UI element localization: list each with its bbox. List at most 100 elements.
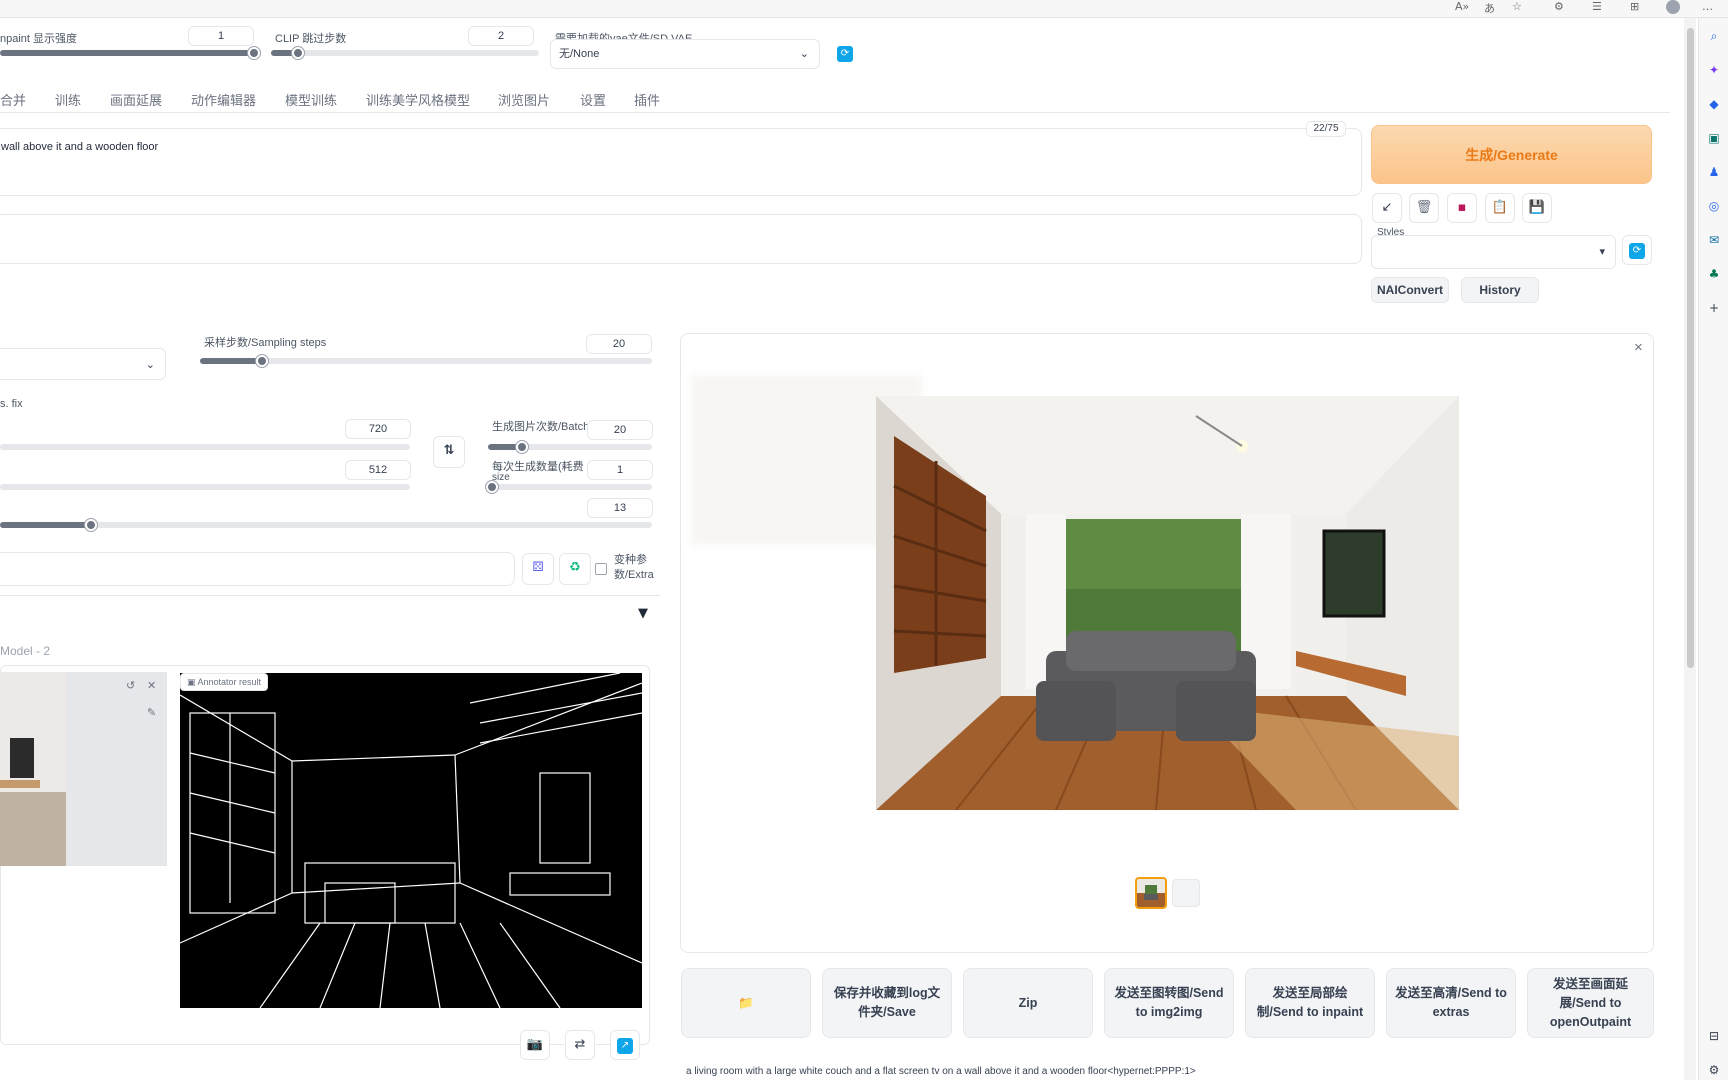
send-to-outpaint-button[interactable]: 发送至画面延展/Send to openOutpaint [1527, 968, 1654, 1038]
generate-button[interactable]: 生成/Generate [1371, 125, 1652, 184]
tab-merge[interactable]: 合并 [0, 90, 26, 109]
brush-icon[interactable]: ✎ [147, 706, 156, 719]
collections-icon[interactable]: ⊞ [1630, 0, 1639, 13]
arrow-diagonal-icon[interactable]: ↙ [1372, 193, 1402, 223]
batch-size-input[interactable]: 1 [587, 460, 653, 480]
annotator-result-image[interactable] [180, 673, 642, 1008]
sampler-dropdown[interactable]: ⌄ [0, 348, 166, 380]
styles-refresh-button[interactable]: ⟳ [1622, 235, 1652, 265]
seed-input[interactable] [0, 552, 515, 586]
save-icon[interactable]: 💾 [1522, 193, 1552, 223]
controlnet-divider [0, 595, 660, 596]
tab-outpaint[interactable]: 画面延展 [110, 90, 162, 109]
save-button[interactable]: 保存并收藏到log文件夹/Save [822, 968, 952, 1038]
camera-icon[interactable]: 📷 [520, 1030, 550, 1060]
profile-avatar[interactable] [1666, 0, 1680, 14]
sidebar-toggle-icon[interactable]: ⊟ [1706, 1028, 1722, 1044]
thumbnail-1[interactable] [1135, 877, 1167, 909]
clipboard-icon[interactable]: 📋 [1485, 193, 1515, 223]
close-icon[interactable]: ✕ [147, 679, 156, 692]
width-input[interactable]: 720 [345, 419, 411, 439]
height-input[interactable]: 512 [345, 460, 411, 480]
recycle-icon[interactable]: ♻ [559, 553, 591, 585]
vae-dropdown[interactable]: 无/None ⌄ [550, 39, 820, 69]
translate-icon[interactable]: あ [1484, 0, 1495, 16]
hires-fix-label: s. fix [0, 398, 23, 410]
tab-pose-editor[interactable]: 动作编辑器 [191, 90, 256, 109]
batch-count-thumb[interactable] [516, 441, 528, 453]
copilot-icon[interactable]: ✦ [1706, 62, 1722, 78]
cfg-scale-input[interactable]: 13 [587, 498, 653, 518]
cfg-scale-thumb[interactable] [85, 519, 97, 531]
vae-refresh-icon[interactable]: ⟳ [837, 46, 853, 62]
inpaint-strength-thumb[interactable] [248, 47, 260, 59]
batch-count-slider[interactable] [488, 444, 652, 450]
tab-aesthetic-train[interactable]: 训练美学风格模型 [366, 90, 470, 109]
book-icon[interactable]: ▪ [1447, 193, 1477, 223]
more-icon[interactable]: … [1702, 0, 1713, 13]
send-to-inpaint-button[interactable]: 发送至局部绘制/Send to inpaint [1245, 968, 1375, 1038]
tab-image-browser[interactable]: 浏览图片 [498, 90, 550, 109]
batch-count-label: 生成图片次数/Batch [492, 421, 590, 433]
prompt-textarea[interactable]: wall above it and a wooden floor [0, 128, 1362, 196]
inpaint-strength-slider[interactable] [0, 50, 256, 56]
office-icon[interactable]: ◎ [1706, 198, 1722, 214]
browser-sidebar: ⌕ ✦ ◆ ▣ ♟ ◎ ✉ ♣ + ⊟ ⚙ [1698, 18, 1728, 1080]
edit-icon: ↗ [617, 1038, 633, 1054]
cfg-scale-slider[interactable] [0, 522, 652, 528]
clip-skip-input[interactable]: 2 [468, 26, 534, 46]
thumbnail-1-svg [1137, 879, 1165, 907]
outlook-icon[interactable]: ✉ [1706, 232, 1722, 248]
scrollbar-thumb[interactable] [1687, 28, 1694, 668]
add-icon[interactable]: + [1706, 300, 1722, 316]
games-icon[interactable]: ♟ [1706, 164, 1722, 180]
inpaint-strength-input[interactable]: 1 [188, 26, 254, 46]
refresh-icon: ⟳ [1629, 243, 1645, 259]
sampling-steps-input[interactable]: 20 [586, 334, 652, 354]
sampling-steps-thumb[interactable] [256, 355, 268, 367]
edit-icon-button[interactable]: ↗ [610, 1030, 640, 1060]
swap-icon[interactable]: ⇄ [565, 1030, 595, 1060]
swap-dimensions-icon[interactable]: ⇅ [433, 436, 465, 468]
shopping-icon[interactable]: ◆ [1706, 96, 1722, 112]
favorite-icon[interactable]: ☆ [1512, 0, 1522, 13]
read-aloud-icon[interactable]: A» [1455, 0, 1469, 13]
zip-button[interactable]: Zip [963, 968, 1093, 1038]
collapse-triangle-icon[interactable]: ▼ [638, 606, 648, 621]
extensions-icon[interactable]: ⚙ [1554, 0, 1564, 13]
clip-skip-slider[interactable] [271, 50, 539, 56]
gallery-close-icon[interactable]: × [1634, 339, 1643, 356]
send-to-extras-button[interactable]: 发送至高清/Send to extras [1386, 968, 1516, 1038]
tools-icon[interactable]: ▣ [1706, 130, 1722, 146]
width-slider[interactable] [0, 444, 410, 450]
tree-icon[interactable]: ♣ [1706, 266, 1722, 282]
clip-skip-thumb[interactable] [292, 47, 304, 59]
styles-dropdown[interactable]: ▾ [1371, 235, 1616, 269]
batch-size-thumb[interactable] [486, 481, 498, 493]
naiconvert-button[interactable]: NAIConvert [1371, 277, 1449, 303]
batch-count-input[interactable]: 20 [587, 420, 653, 440]
history-button[interactable]: History [1461, 277, 1539, 303]
tab-extensions[interactable]: 插件 [634, 90, 660, 109]
tab-model-train[interactable]: 模型训练 [285, 90, 337, 109]
dice-icon[interactable]: ⚄ [522, 553, 554, 585]
generated-image[interactable] [876, 396, 1459, 810]
undo-icon[interactable]: ↺ [126, 679, 135, 692]
tab-train[interactable]: 训练 [55, 90, 81, 109]
open-folder-button[interactable]: 📁 [681, 968, 811, 1038]
tab-settings[interactable]: 设置 [580, 90, 606, 109]
thumbnail-2[interactable] [1172, 879, 1200, 907]
extra-seed-label: 变种参数/Extra [614, 554, 654, 581]
living-room-svg [876, 396, 1459, 810]
send-to-img2img-button[interactable]: 发送至图转图/Send to img2img [1104, 968, 1234, 1038]
batch-size-slider[interactable] [488, 484, 652, 490]
controlnet-input-image[interactable] [0, 672, 167, 866]
browser-toolbar: A» あ ☆ ⚙ ☰ ⊞ … [0, 0, 1728, 18]
negative-prompt-textarea[interactable] [0, 214, 1362, 264]
favorites-list-icon[interactable]: ☰ [1592, 0, 1602, 13]
extra-seed-checkbox[interactable] [595, 563, 607, 575]
trash-icon[interactable]: 🗑 [1409, 193, 1439, 223]
settings-icon[interactable]: ⚙ [1706, 1062, 1722, 1078]
search-icon[interactable]: ⌕ [1706, 28, 1722, 44]
height-slider[interactable] [0, 484, 410, 490]
